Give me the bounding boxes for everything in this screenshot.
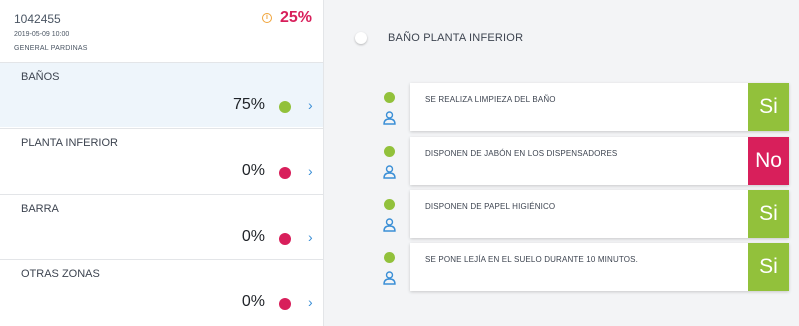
question-row: DISPONEN DE PAPEL HIGIÉNICO Si <box>380 190 790 242</box>
question-card: DISPONEN DE PAPEL HIGIÉNICO Si <box>410 190 789 238</box>
status-dot <box>279 298 291 310</box>
zone-name: PLANTA INFERIOR <box>21 137 118 149</box>
user-icon[interactable] <box>383 165 396 179</box>
zone-percent: 75% <box>232 96 265 113</box>
zone-name: OTRAS ZONAS <box>21 268 100 280</box>
section-title: BAÑO PLANTA INFERIOR <box>388 32 524 44</box>
chevron-right-icon: › <box>308 163 313 179</box>
answer-button[interactable]: Si <box>748 190 789 238</box>
zones-panel: 1042455 2019-05-09 10:00 GENERAL PARDINA… <box>0 0 324 326</box>
zone-name: BAÑOS <box>21 71 60 83</box>
user-icon[interactable] <box>383 111 396 125</box>
zone-name: BARRA <box>21 203 59 215</box>
audit-location: GENERAL PARDINAS <box>14 45 88 52</box>
info-icon[interactable]: i <box>262 13 272 23</box>
status-dot <box>384 92 395 103</box>
status-dot <box>279 101 291 113</box>
question-row: SE PONE LEJÍA EN EL SUELO DURANTE 10 MIN… <box>380 243 790 295</box>
status-dot <box>279 233 291 245</box>
chevron-right-icon: › <box>308 97 313 113</box>
question-text: DISPONEN DE PAPEL HIGIÉNICO <box>425 202 556 211</box>
zone-percent: 0% <box>241 162 265 179</box>
audit-id: 1042455 <box>14 12 61 26</box>
question-text: SE REALIZA LIMPIEZA DEL BAÑO <box>425 95 556 104</box>
question-card: DISPONEN DE JABÓN EN LOS DISPENSADORES N… <box>410 137 789 185</box>
status-dot <box>384 199 395 210</box>
zone-item-planta-inferior[interactable]: PLANTA INFERIOR 0% › <box>0 128 323 193</box>
question-card: SE PONE LEJÍA EN EL SUELO DURANTE 10 MIN… <box>410 243 789 291</box>
zone-percent: 0% <box>241 228 265 245</box>
zone-item-banos[interactable]: BAÑOS 75% › <box>0 62 323 127</box>
question-text: DISPONEN DE JABÓN EN LOS DISPENSADORES <box>425 149 618 158</box>
question-text: SE PONE LEJÍA EN EL SUELO DURANTE 10 MIN… <box>425 255 639 264</box>
status-dot <box>384 252 395 263</box>
answer-button[interactable]: No <box>748 137 789 185</box>
section-radio[interactable] <box>355 32 367 44</box>
status-dot <box>279 167 291 179</box>
status-dot <box>384 146 395 157</box>
zone-percent: 0% <box>241 293 265 310</box>
user-icon[interactable] <box>383 271 396 285</box>
question-row: SE REALIZA LIMPIEZA DEL BAÑO Si <box>380 83 790 135</box>
audit-date: 2019-05-09 10:00 <box>14 31 70 38</box>
question-row: DISPONEN DE JABÓN EN LOS DISPENSADORES N… <box>380 137 790 189</box>
zone-item-barra[interactable]: BARRA 0% › <box>0 194 323 259</box>
audit-score: 25% <box>280 9 313 26</box>
answer-button[interactable]: Si <box>748 83 789 131</box>
user-icon[interactable] <box>383 218 396 232</box>
audit-header: 1042455 2019-05-09 10:00 GENERAL PARDINA… <box>0 0 323 62</box>
chevron-right-icon: › <box>308 229 313 245</box>
chevron-right-icon: › <box>308 294 313 310</box>
question-card: SE REALIZA LIMPIEZA DEL BAÑO Si <box>410 83 789 131</box>
answer-button[interactable]: Si <box>748 243 789 291</box>
zone-item-otras-zonas[interactable]: OTRAS ZONAS 0% › <box>0 259 323 324</box>
